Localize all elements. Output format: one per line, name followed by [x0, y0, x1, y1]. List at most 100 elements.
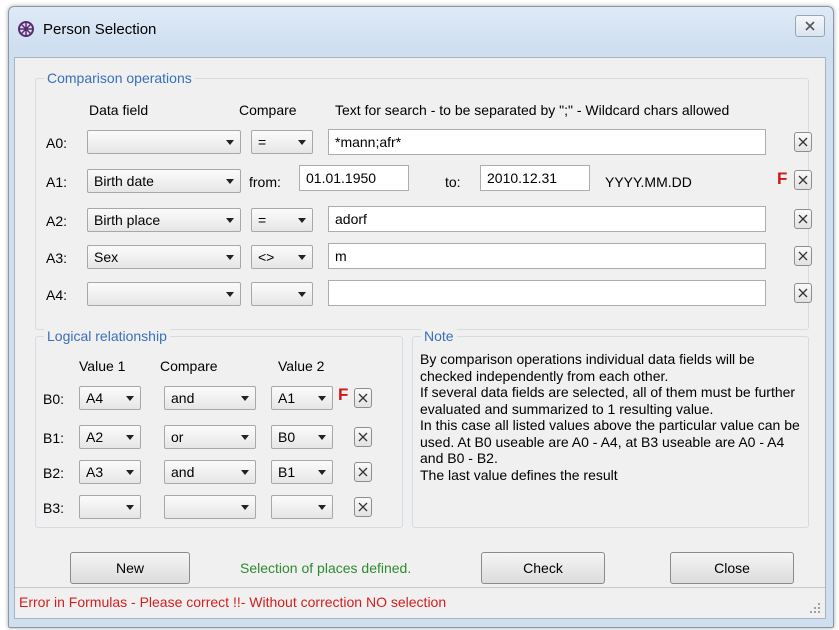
chevron-down-icon: [298, 140, 306, 145]
b0-value2-select[interactable]: A1: [271, 386, 333, 410]
dialog-window: Person Selection Comparison operations D…: [8, 6, 834, 628]
b2-value2-select[interactable]: B1: [271, 460, 333, 484]
row-label-b3: B3:: [43, 500, 65, 516]
chevron-down-icon: [241, 470, 249, 475]
b3-value1-select[interactable]: [79, 495, 141, 519]
header-data-field: Data field: [89, 102, 149, 118]
resize-grip-icon[interactable]: [809, 602, 821, 614]
chevron-down-icon: [298, 218, 306, 223]
a3-clear-button[interactable]: [794, 246, 812, 266]
a1-from-input[interactable]: 01.01.1950: [299, 165, 409, 191]
a1-clear-button[interactable]: [794, 170, 812, 190]
status-bar: Error in Formulas - Please correct !!- W…: [15, 587, 825, 618]
close-button[interactable]: Close: [670, 552, 794, 584]
chevron-down-icon: [126, 505, 134, 510]
b2-value1-select[interactable]: A3: [79, 460, 141, 484]
check-button[interactable]: Check: [481, 552, 605, 584]
info-message: Selection of places defined.: [240, 560, 412, 576]
close-icon: [798, 137, 808, 147]
a1-field-select[interactable]: Birth date: [87, 169, 241, 193]
dialog-client: Comparison operations Data field Compare…: [14, 57, 826, 619]
header-value-1: Value 1: [79, 358, 126, 374]
a4-clear-button[interactable]: [794, 283, 812, 303]
window-title: Person Selection: [43, 20, 157, 38]
chevron-down-icon: [126, 470, 134, 475]
chevron-down-icon: [241, 396, 249, 401]
b0-value1-select[interactable]: A4: [79, 386, 141, 410]
chevron-down-icon: [241, 435, 249, 440]
a2-field-select[interactable]: Birth place: [87, 208, 241, 232]
chevron-down-icon: [226, 292, 234, 297]
comparison-group-label: Comparison operations: [44, 70, 195, 86]
new-button[interactable]: New: [70, 552, 190, 584]
a2-compare-select[interactable]: =: [251, 208, 313, 232]
to-label: to:: [445, 174, 461, 190]
b2-clear-button[interactable]: [354, 462, 372, 482]
window-close-button[interactable]: [795, 15, 825, 37]
b3-clear-button[interactable]: [354, 497, 372, 517]
a3-compare-select[interactable]: <>: [251, 245, 313, 269]
close-icon: [798, 214, 808, 224]
a0-compare-select[interactable]: =: [251, 130, 313, 154]
b1-value2-select[interactable]: B0: [271, 425, 333, 449]
a0-search-input[interactable]: *mann;afr*: [328, 129, 766, 155]
row-label-a4: A4:: [46, 287, 68, 303]
note-group-label: Note: [421, 328, 457, 344]
a2-search-input[interactable]: adorf: [328, 206, 766, 232]
chevron-down-icon: [226, 255, 234, 260]
chevron-down-icon: [318, 435, 326, 440]
b1-value1-select[interactable]: A2: [79, 425, 141, 449]
row-label-b2: B2:: [43, 465, 65, 481]
row-label-b0: B0:: [43, 391, 65, 407]
a3-search-input[interactable]: m: [328, 243, 766, 269]
title-bar: Person Selection: [17, 17, 156, 41]
a1-to-input[interactable]: 2010.12.31: [480, 165, 590, 191]
error-flag-b0: F: [338, 385, 349, 404]
row-label-b1: B1:: [43, 430, 65, 446]
close-icon: [358, 502, 368, 512]
a0-clear-button[interactable]: [794, 132, 812, 152]
header-value-2: Value 2: [278, 358, 325, 374]
chevron-down-icon: [226, 179, 234, 184]
header-compare: Compare: [239, 102, 297, 118]
chevron-down-icon: [298, 292, 306, 297]
chevron-down-icon: [126, 396, 134, 401]
error-flag-a1: F: [777, 169, 788, 188]
chevron-down-icon: [226, 140, 234, 145]
b1-compare-select[interactable]: or: [164, 425, 256, 449]
date-format-hint: YYYY.MM.DD: [605, 174, 692, 190]
from-label: from:: [249, 174, 281, 190]
close-icon: [798, 175, 808, 185]
a2-clear-button[interactable]: [794, 209, 812, 229]
row-label-a2: A2:: [46, 213, 68, 229]
close-icon: [358, 393, 368, 403]
chevron-down-icon: [226, 218, 234, 223]
a3-field-select[interactable]: Sex: [87, 245, 241, 269]
b2-compare-select[interactable]: and: [164, 460, 256, 484]
note-text: By comparison operations individual data…: [420, 351, 800, 483]
a0-field-select[interactable]: [87, 130, 241, 154]
close-icon: [358, 432, 368, 442]
header-search-text: Text for search - to be separated by ";"…: [335, 102, 730, 118]
a4-search-input[interactable]: [328, 280, 766, 306]
chevron-down-icon: [318, 505, 326, 510]
b0-clear-button[interactable]: [354, 388, 372, 408]
header-logic-compare: Compare: [160, 358, 218, 374]
a4-compare-select[interactable]: [251, 282, 313, 306]
chevron-down-icon: [318, 470, 326, 475]
row-label-a3: A3:: [46, 250, 68, 266]
status-error-message: Error in Formulas - Please correct !!- W…: [19, 594, 447, 610]
row-label-a1: A1:: [46, 174, 68, 190]
a4-field-select[interactable]: [87, 282, 241, 306]
b1-clear-button[interactable]: [354, 427, 372, 447]
b3-value2-select[interactable]: [271, 495, 333, 519]
chevron-down-icon: [318, 396, 326, 401]
close-icon: [798, 288, 808, 298]
close-icon: [798, 251, 808, 261]
logical-group-label: Logical relationship: [44, 328, 170, 344]
row-label-a0: A0:: [46, 135, 68, 151]
chevron-down-icon: [126, 435, 134, 440]
b3-compare-select[interactable]: [164, 495, 256, 519]
b0-compare-select[interactable]: and: [164, 386, 256, 410]
close-icon: [358, 467, 368, 477]
